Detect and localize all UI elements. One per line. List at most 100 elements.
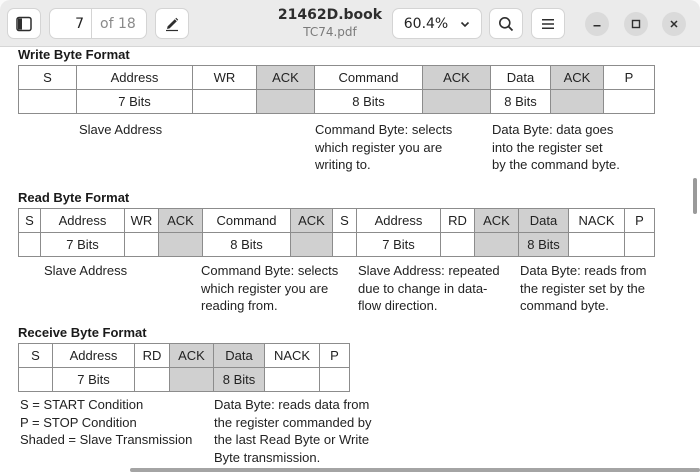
write-note-slave-address: Slave Address: [79, 121, 162, 139]
note-line: Command Byte: selects: [315, 122, 453, 137]
bits-cell: [624, 232, 655, 257]
field-cell: Address: [52, 343, 135, 368]
bits-cell: [169, 367, 214, 392]
field-cell: NACK: [568, 208, 625, 233]
read-note-command-byte: Command Byte: selects which register you …: [201, 262, 338, 315]
write-byte-format-title: Write Byte Format: [18, 47, 130, 62]
bits-cell: [264, 367, 320, 392]
note-line: command byte.: [520, 298, 609, 313]
bits-cell: 7 Bits: [40, 232, 125, 257]
field-cell: NACK: [264, 343, 320, 368]
minimize-button[interactable]: [585, 12, 609, 36]
bits-cell: [603, 89, 655, 114]
main-menu-button[interactable]: [531, 8, 565, 39]
receive-note-data-byte: Data Byte: reads data from the register c…: [214, 396, 372, 466]
zoom-selector[interactable]: 60.4%: [392, 8, 482, 39]
receive-byte-format-table: S Address RD ACK Data NACK P 7 Bits 8 Bits: [18, 343, 350, 392]
field-cell: ACK: [158, 208, 203, 233]
note-line: which register you are: [201, 280, 329, 296]
note-line: the last Read Byte or Write: [214, 432, 370, 447]
document-filename: TC74.pdf: [303, 25, 357, 39]
bits-cell: 8 Bits: [202, 232, 291, 257]
note-line: P = STOP Condition: [20, 414, 137, 430]
window-title: 21462D.book TC74.pdf: [250, 6, 410, 40]
table-row: 7 Bits 8 Bits 8 Bits: [18, 89, 655, 114]
annotate-button[interactable]: [155, 8, 189, 39]
sidebar-toggle-icon: [16, 16, 32, 31]
field-cell: S: [18, 208, 41, 233]
horizontal-scrollbar[interactable]: [130, 468, 700, 472]
bits-cell: 7 Bits: [76, 89, 193, 114]
bits-cell: [18, 232, 41, 257]
read-byte-format-title: Read Byte Format: [18, 190, 130, 205]
field-cell: P: [624, 208, 655, 233]
field-cell: WR: [192, 65, 257, 90]
write-note-data-byte: Data Byte: data goes into the register se…: [492, 121, 620, 174]
bits-cell: [422, 89, 491, 114]
legend-notes: S = START Condition P = STOP Condition Sha…: [20, 396, 192, 449]
bits-cell: [18, 89, 77, 114]
field-cell: P: [319, 343, 350, 368]
field-cell: Data: [213, 343, 265, 368]
note-line: Command Byte: selects: [201, 263, 339, 278]
field-cell: Command: [314, 65, 423, 90]
chevron-down-icon: [460, 21, 470, 27]
field-cell: ACK: [550, 65, 604, 90]
bits-cell: 8 Bits: [518, 232, 569, 257]
field-cell: S: [18, 343, 53, 368]
minimize-icon: [593, 25, 601, 27]
field-cell: ACK: [169, 343, 214, 368]
pencil-icon: [166, 17, 179, 31]
bits-cell: [332, 232, 357, 257]
note-line: due to change in data-: [358, 280, 488, 296]
note-line: S = START Condition: [20, 397, 144, 412]
field-cell: ACK: [256, 65, 315, 90]
bits-cell: 8 Bits: [213, 367, 265, 392]
field-cell: Address: [40, 208, 125, 233]
zoom-value: 60.4%: [403, 15, 449, 32]
bits-cell: [319, 367, 350, 392]
close-button[interactable]: [662, 12, 686, 36]
page-number-input[interactable]: 7: [50, 9, 92, 38]
field-cell: Data: [490, 65, 551, 90]
bits-cell: [256, 89, 315, 114]
read-note-slave-address: Slave Address: [44, 262, 127, 280]
field-cell: RD: [134, 343, 170, 368]
search-button[interactable]: [489, 8, 523, 39]
maximize-button[interactable]: [624, 12, 648, 36]
note-line: Shaded = Slave Transmission: [20, 432, 193, 447]
bits-cell: [124, 232, 159, 257]
field-cell: Address: [76, 65, 193, 90]
field-cell: WR: [124, 208, 159, 233]
bits-cell: [440, 232, 475, 257]
field-cell: ACK: [474, 208, 519, 233]
sidebar-toggle-button[interactable]: [7, 8, 41, 39]
note-line: the register commanded by: [214, 414, 372, 430]
read-byte-format-table: S Address WR ACK Command ACK S Address RD ACK Data…: [18, 208, 655, 257]
note-line: writing to.: [315, 157, 371, 172]
bits-cell: 7 Bits: [52, 367, 135, 392]
document-viewer-window: 7 of 18 21462D.book TC74.pdf 60.4% Write…: [0, 0, 700, 474]
note-line: by the command byte.: [492, 157, 620, 172]
vertical-scrollbar[interactable]: [693, 178, 697, 214]
field-cell: S: [18, 65, 77, 90]
field-cell: Address: [356, 208, 441, 233]
bits-cell: [550, 89, 604, 114]
field-cell: ACK: [422, 65, 491, 90]
field-cell: Command: [202, 208, 291, 233]
table-row: S Address WR ACK Command ACK S Address RD ACK Data…: [18, 208, 655, 233]
note-line: Data Byte: data goes: [492, 122, 614, 137]
bits-cell: [158, 232, 203, 257]
field-cell: Data: [518, 208, 569, 233]
receive-byte-format-title: Receive Byte Format: [18, 325, 147, 340]
bits-cell: [134, 367, 170, 392]
page-navigator: 7 of 18: [49, 8, 147, 39]
note-line: Byte transmission.: [214, 449, 321, 465]
field-cell: RD: [440, 208, 475, 233]
note-line: reading from.: [201, 298, 278, 313]
field-cell: S: [332, 208, 357, 233]
bits-cell: [568, 232, 625, 257]
note-line: Slave Address: [44, 263, 128, 278]
table-row: S Address RD ACK Data NACK P: [18, 343, 350, 368]
bits-cell: 8 Bits: [490, 89, 551, 114]
